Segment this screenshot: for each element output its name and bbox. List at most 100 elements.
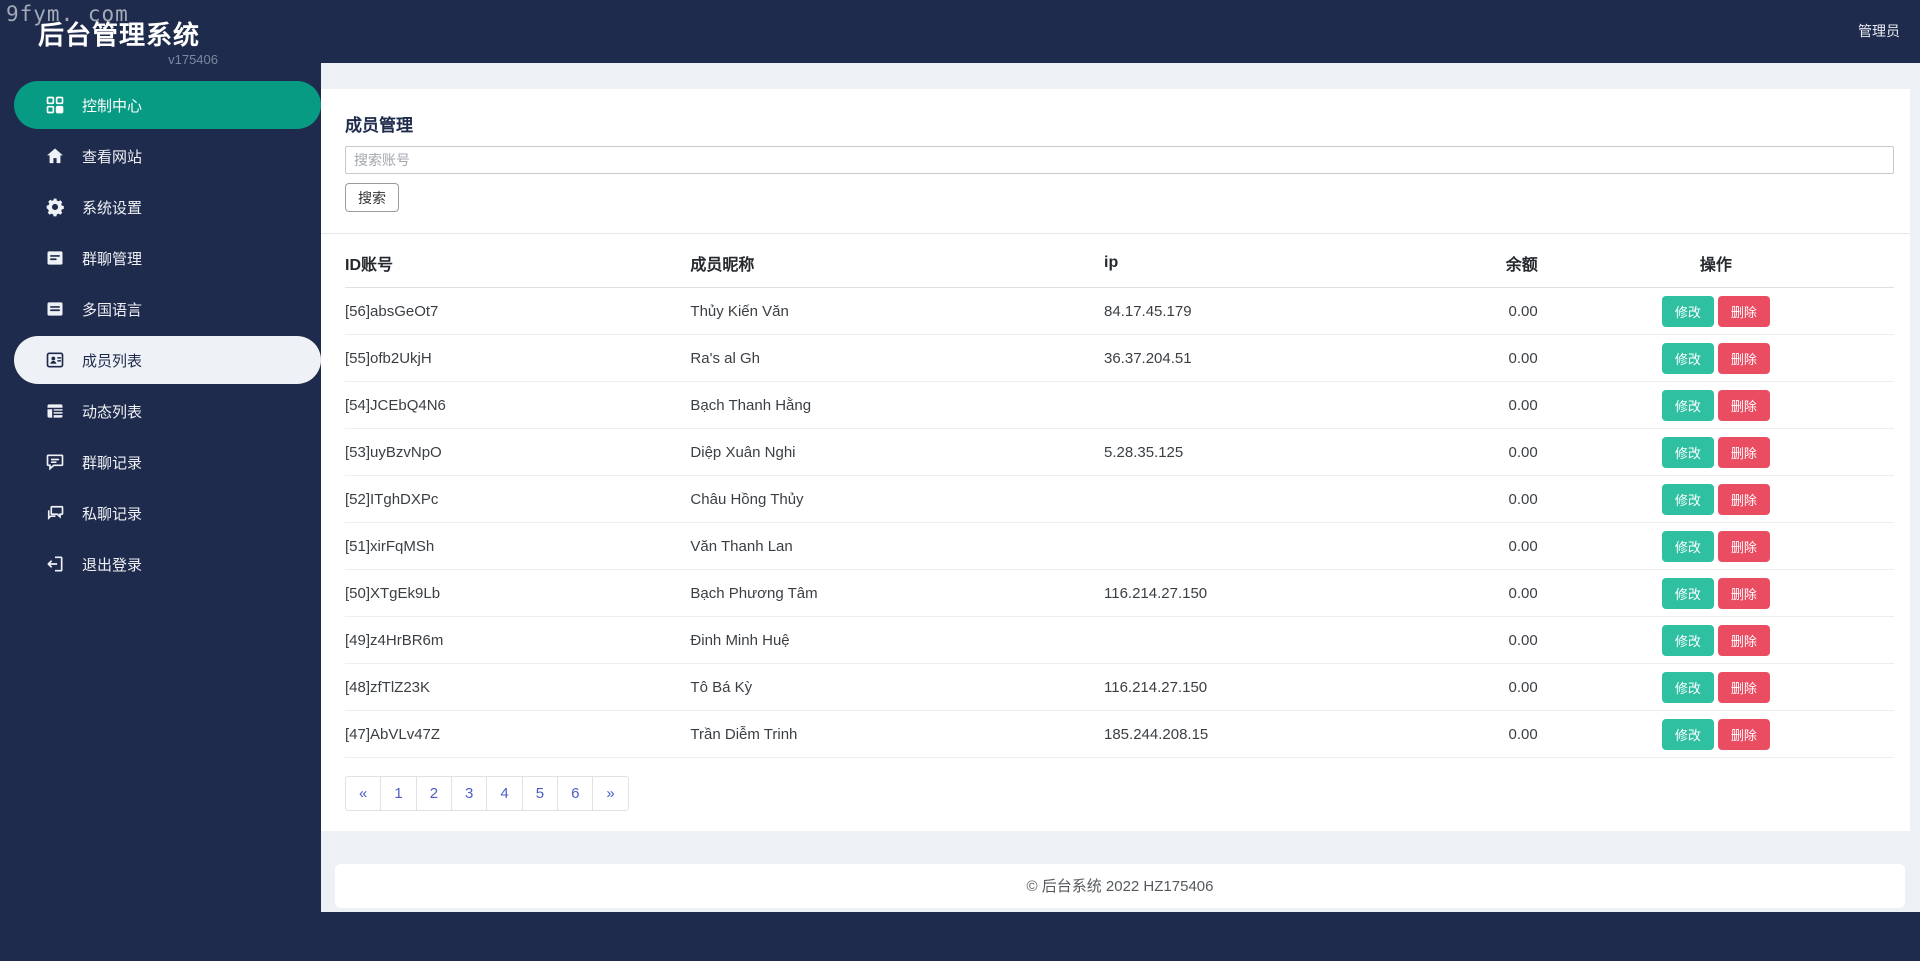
cell-ip <box>1104 522 1414 570</box>
cell-name: Trần Diễm Trinh <box>690 710 1104 758</box>
pagination-prev[interactable]: « <box>345 776 382 811</box>
group-chat-log-icon <box>45 452 65 472</box>
pagination: « 1 2 3 4 5 6 » <box>345 776 629 811</box>
delete-button[interactable]: 删除 <box>1717 530 1770 562</box>
activity-list-icon <box>45 401 65 421</box>
sidebar-item-languages[interactable]: 多国语言 <box>14 285 321 333</box>
cell-ip: 84.17.45.179 <box>1104 287 1414 335</box>
cell-name: Bạch Thanh Hằng <box>690 381 1104 429</box>
sidebar-item-label: 群聊管理 <box>82 250 143 268</box>
delete-button[interactable]: 删除 <box>1717 436 1770 468</box>
delete-button[interactable]: 删除 <box>1717 342 1770 374</box>
cell-id: [53]uyBzvNpO <box>345 428 691 476</box>
delete-button[interactable]: 删除 <box>1717 671 1770 703</box>
sidebar-item-label: 控制中心 <box>82 97 143 115</box>
sidebar-item-member-list[interactable]: 成员列表 <box>14 336 321 385</box>
edit-button[interactable]: 修改 <box>1661 577 1714 609</box>
cell-name: Ra's al Gh <box>690 334 1104 382</box>
page-title: 成员管理 <box>345 116 413 135</box>
table-row: [52]ITghDXPc Châu Hồng Thủy 0.00 修改 删除 <box>345 475 1894 523</box>
cell-balance: 0.00 <box>1413 428 1538 476</box>
cell-id: [51]xirFqMSh <box>345 522 691 570</box>
cell-id: [54]JCEbQ4N6 <box>345 381 691 429</box>
dashboard-icon <box>45 95 65 115</box>
pagination-page-6[interactable]: 6 <box>557 776 594 811</box>
cell-ip: 185.244.208.15 <box>1104 710 1414 758</box>
sidebar-item-system-settings[interactable]: 系统设置 <box>14 183 321 231</box>
topbar-user-admin[interactable]: 管理员 <box>1858 21 1900 41</box>
cell-id: [48]zfTlZ23K <box>345 663 691 711</box>
delete-button[interactable]: 删除 <box>1717 389 1770 421</box>
table-row: [47]AbVLv47Z Trần Diễm Trinh 185.244.208… <box>345 710 1894 758</box>
edit-button[interactable]: 修改 <box>1661 295 1714 327</box>
header-id: ID账号 <box>345 236 691 288</box>
cell-ip: 116.214.27.150 <box>1104 663 1414 711</box>
cell-name: Thủy Kiến Văn <box>690 287 1104 335</box>
cell-balance: 0.00 <box>1413 287 1538 335</box>
pagination-page-5[interactable]: 5 <box>521 776 559 811</box>
edit-button[interactable]: 修改 <box>1661 483 1714 515</box>
sidebar-item-label: 多国语言 <box>82 301 143 319</box>
cell-id: [50]XTgEk9Lb <box>345 569 691 617</box>
cell-balance: 0.00 <box>1413 334 1538 382</box>
member-list-icon <box>45 350 65 370</box>
cell-balance: 0.00 <box>1413 522 1538 570</box>
sidebar-item-label: 成员列表 <box>82 352 143 370</box>
edit-button[interactable]: 修改 <box>1661 530 1714 562</box>
edit-button[interactable]: 修改 <box>1661 389 1714 421</box>
member-management-card: 成员管理 搜索 ID账号 成员昵称 ip 余额 操作 [56]absGeOt7 … <box>321 89 1910 831</box>
private-chat-log-icon <box>45 503 65 523</box>
pagination-page-4[interactable]: 4 <box>486 776 523 811</box>
cell-ip <box>1104 475 1414 523</box>
sidebar-item-group-chat-log[interactable]: 群聊记录 <box>14 438 321 486</box>
cell-id: [47]AbVLv47Z <box>345 710 691 758</box>
delete-button[interactable]: 删除 <box>1717 624 1770 656</box>
table-row: [51]xirFqMSh Văn Thanh Lan 0.00 修改 删除 <box>345 522 1894 570</box>
cell-name: Đinh Minh Huệ <box>690 616 1104 664</box>
cell-id: [55]ofb2UkjH <box>345 334 691 382</box>
cell-ip: 116.214.27.150 <box>1104 569 1414 617</box>
cell-id: [56]absGeOt7 <box>345 287 691 335</box>
table-row: [55]ofb2UkjH Ra's al Gh 36.37.204.51 0.0… <box>345 334 1894 382</box>
group-chat-manage-icon <box>45 248 65 268</box>
language-icon <box>45 299 65 319</box>
sidebar: 后台管理系统 v175406 控制中心 查看网站 系统设置 群聊管理 多国语言 … <box>0 0 321 961</box>
pagination-page-1[interactable]: 1 <box>380 776 417 811</box>
edit-button[interactable]: 修改 <box>1661 624 1714 656</box>
sidebar-item-activity-list[interactable]: 动态列表 <box>14 387 321 435</box>
table-row: [54]JCEbQ4N6 Bạch Thanh Hằng 0.00 修改 删除 <box>345 381 1894 429</box>
table-row: [56]absGeOt7 Thủy Kiến Văn 84.17.45.179 … <box>345 287 1894 335</box>
sidebar-item-private-chat-log[interactable]: 私聊记录 <box>14 489 321 537</box>
table-row: [48]zfTlZ23K Tô Bá Kỳ 116.214.27.150 0.0… <box>345 663 1894 711</box>
search-button[interactable]: 搜索 <box>345 183 399 212</box>
main-content: 成员管理 搜索 ID账号 成员昵称 ip 余额 操作 [56]absGeOt7 … <box>321 63 1920 912</box>
home-icon <box>45 146 65 166</box>
sidebar-menu: 控制中心 查看网站 系统设置 群聊管理 多国语言 成员列表 动态列表 群聊记录 … <box>0 81 321 588</box>
edit-button[interactable]: 修改 <box>1661 671 1714 703</box>
pagination-page-2[interactable]: 2 <box>415 776 453 811</box>
edit-button[interactable]: 修改 <box>1661 436 1714 468</box>
sidebar-item-view-site[interactable]: 查看网站 <box>14 132 321 180</box>
sidebar-item-group-chat-manage[interactable]: 群聊管理 <box>14 234 321 282</box>
gear-icon <box>45 197 65 217</box>
cell-ip <box>1104 616 1414 664</box>
header-ip: ip <box>1104 236 1414 288</box>
cell-name: Tô Bá Kỳ <box>690 663 1104 711</box>
edit-button[interactable]: 修改 <box>1661 342 1714 374</box>
pagination-page-3[interactable]: 3 <box>451 776 488 811</box>
cell-ip: 36.37.204.51 <box>1104 334 1414 382</box>
delete-button[interactable]: 删除 <box>1717 295 1770 327</box>
cell-id: [49]z4HrBR6m <box>345 616 691 664</box>
sidebar-item-logout[interactable]: 退出登录 <box>14 540 321 588</box>
sidebar-item-control-center[interactable]: 控制中心 <box>14 81 321 130</box>
cell-balance: 0.00 <box>1413 710 1538 758</box>
edit-button[interactable]: 修改 <box>1661 718 1714 750</box>
delete-button[interactable]: 删除 <box>1717 577 1770 609</box>
delete-button[interactable]: 删除 <box>1717 483 1770 515</box>
pagination-next[interactable]: » <box>592 776 629 811</box>
cell-ip: 5.28.35.125 <box>1104 428 1414 476</box>
sidebar-item-label: 查看网站 <box>82 148 143 166</box>
delete-button[interactable]: 删除 <box>1717 718 1770 750</box>
cell-ip <box>1104 381 1414 429</box>
search-input[interactable] <box>345 146 1894 174</box>
